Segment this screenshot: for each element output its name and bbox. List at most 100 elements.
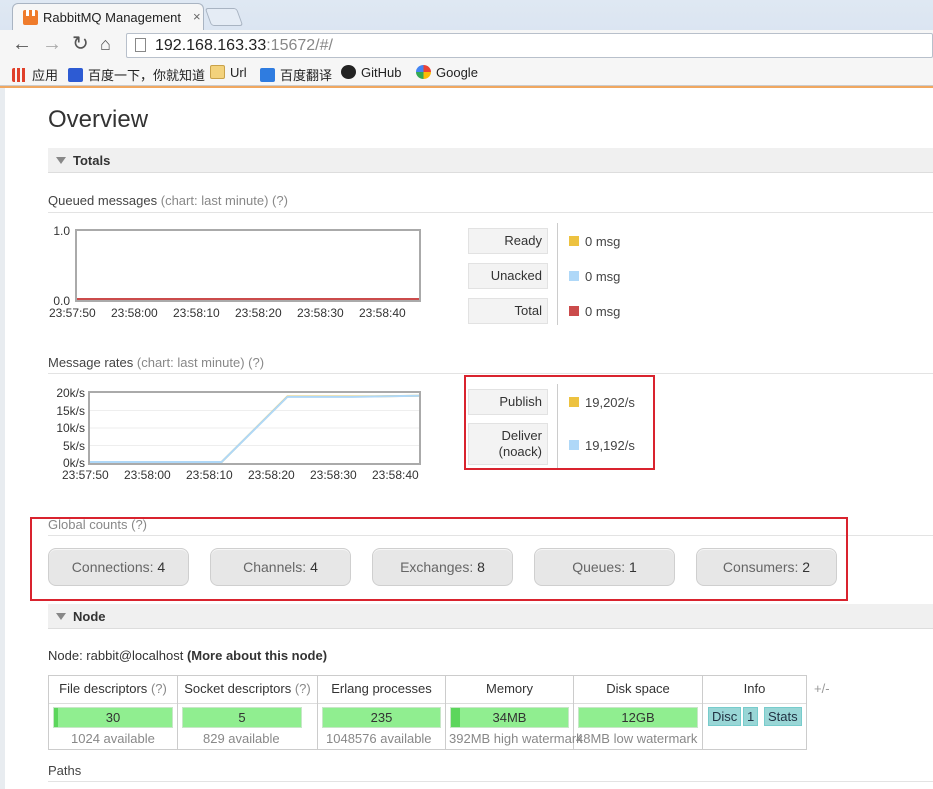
x-tick-label: 23:58:40 (359, 306, 406, 320)
x-tick-label: 23:58:10 (186, 468, 233, 482)
bookmark-label: 百度一下，你就知道 (88, 68, 206, 83)
header-text: File descriptors (59, 681, 148, 696)
socket-descriptors-cell: Socket descriptors (?) 5 829 available (178, 676, 318, 749)
help-link[interactable]: (?) (151, 681, 167, 696)
apps-grid-icon (12, 68, 27, 82)
node-name: Node: rabbit@localhost (48, 648, 184, 663)
memory-cell: Memory 34MB 392MB high watermark (446, 676, 583, 749)
new-tab-button[interactable] (204, 8, 244, 26)
info-chip-disc: Disc (708, 707, 742, 726)
column-header: Erlang processes (318, 681, 445, 696)
section-label: Totals (73, 153, 111, 168)
column-header: Socket descriptors (?) (178, 681, 317, 696)
usage-value: 34MB (492, 710, 527, 725)
x-tick-label: 23:58:30 (297, 306, 344, 320)
usage-value: 30 (105, 710, 121, 725)
column-header: Memory (446, 681, 573, 696)
section-label: Node (73, 609, 106, 624)
rates-title: Message rates (48, 355, 134, 370)
browser-chrome: RabbitMQ Management × ← → ↻ ⌂ 192.168.16… (0, 0, 933, 88)
x-tick-label: 23:58:00 (111, 306, 158, 320)
folder-icon (210, 65, 225, 79)
tab-strip: RabbitMQ Management × (0, 0, 933, 30)
available-text: 829 available (203, 731, 280, 746)
x-tick-label: 23:58:30 (310, 468, 357, 482)
divider (574, 703, 702, 704)
bookmark-label: Google (436, 65, 478, 80)
available-text: 1024 available (71, 731, 155, 746)
legend-unacked: Unacked (468, 263, 548, 289)
column-toggle-link[interactable]: +/- (814, 681, 830, 696)
y-tick-label: 10k/s (56, 421, 85, 435)
highlight-rates-frame (464, 375, 655, 470)
message-rates-chart (88, 391, 421, 465)
tab-close-icon[interactable]: × (193, 9, 201, 24)
ready-value: 0 msg (569, 234, 620, 249)
node-details-link[interactable]: (More about this node) (187, 648, 327, 663)
bookmark-url-folder[interactable]: Url (210, 65, 247, 80)
home-icon[interactable]: ⌂ (100, 34, 111, 54)
x-tick-label: 23:57:50 (49, 306, 96, 320)
browser-toolbar: ← → ↻ ⌂ 192.168.163.33:15672/#/ (0, 30, 933, 60)
y-tick-label: 20k/s (56, 386, 85, 400)
header-text: Erlang processes (331, 681, 432, 696)
paths-heading: Paths (48, 763, 82, 778)
node-section-header[interactable]: Node (48, 604, 933, 629)
erlang-processes-cell: Erlang processes 235 1048576 available (318, 676, 446, 749)
column-header: File descriptors (?) (49, 681, 177, 696)
usage-value: 12GB (621, 710, 655, 725)
disk-space-cell: Disk space 12GB 48MB low watermark (574, 676, 703, 749)
overview-page: Overview Totals Queued messages (chart: … (0, 88, 933, 789)
legend-ready: Ready (468, 228, 548, 254)
bookmark-baidu[interactable]: 百度一下，你就知道 (68, 65, 205, 84)
info-cell: Info Disc 1 Stats (703, 676, 806, 749)
usage-bar: 5 (182, 707, 302, 728)
address-bar[interactable]: 192.168.163.33:15672/#/ (126, 33, 933, 58)
tab-title: RabbitMQ Management (43, 10, 182, 25)
node-stats-table: File descriptors (?) 30 1024 available S… (48, 675, 807, 750)
series-line (90, 394, 419, 463)
forward-arrow-icon[interactable]: → (42, 34, 62, 54)
bookmark-apps[interactable]: 应用 (12, 65, 58, 84)
watermark-text: 392MB high watermark (449, 731, 583, 746)
bookmarks-bar: 应用 百度一下，你就知道 Url 百度翻译 GitHub Google (0, 60, 933, 86)
help-link[interactable]: (?) (295, 681, 311, 696)
baidu-paw-icon (68, 68, 83, 82)
x-tick-label: 23:58:10 (173, 306, 220, 320)
node-name-line: Node: rabbit@localhost (More about this … (48, 648, 327, 663)
bookmark-github[interactable]: GitHub (341, 65, 401, 80)
bookmark-label: GitHub (361, 65, 402, 80)
google-g-icon (416, 65, 431, 79)
column-header: Disk space (574, 681, 702, 696)
usage-bar: 235 (322, 707, 441, 728)
reload-icon[interactable]: ↻ (72, 34, 89, 54)
queued-title: Queued messages (48, 193, 158, 208)
totals-section-header[interactable]: Totals (48, 148, 933, 173)
highlight-global-counts-frame (30, 517, 848, 601)
chart-range-link[interactable]: (chart: last minute) (?) (161, 193, 288, 208)
url-port-path: :15672/#/ (266, 37, 333, 54)
file-descriptors-cell: File descriptors (?) 30 1024 available (49, 676, 178, 749)
queued-messages-chart (75, 229, 421, 302)
back-arrow-icon[interactable]: ← (12, 34, 32, 54)
ready-count: 0 msg (585, 234, 621, 249)
browser-tab[interactable]: RabbitMQ Management × (12, 3, 204, 30)
bookmark-google[interactable]: Google (416, 65, 478, 80)
bookmark-label: 百度翻译 (280, 68, 333, 83)
total-value: 0 msg (569, 304, 620, 319)
total-swatch (569, 306, 579, 316)
column-header: Info (743, 681, 766, 696)
watermark-text: 48MB low watermark (576, 731, 698, 746)
usage-bar: 12GB (578, 707, 698, 728)
divider (703, 703, 806, 704)
message-rates-heading: Message rates (chart: last minute) (?) (48, 355, 264, 370)
bookmark-baidu-translate[interactable]: 百度翻译 (260, 65, 332, 84)
y-tick-label: 1.0 (53, 224, 70, 238)
url-host: 192.168.163.33 (155, 37, 267, 54)
info-chip-stats: Stats (764, 707, 802, 726)
usage-value: 235 (370, 710, 393, 725)
chart-range-link[interactable]: (chart: last minute) (?) (137, 355, 264, 370)
github-icon (341, 65, 356, 79)
divider (48, 212, 933, 213)
y-tick-label: 15k/s (56, 403, 85, 418)
